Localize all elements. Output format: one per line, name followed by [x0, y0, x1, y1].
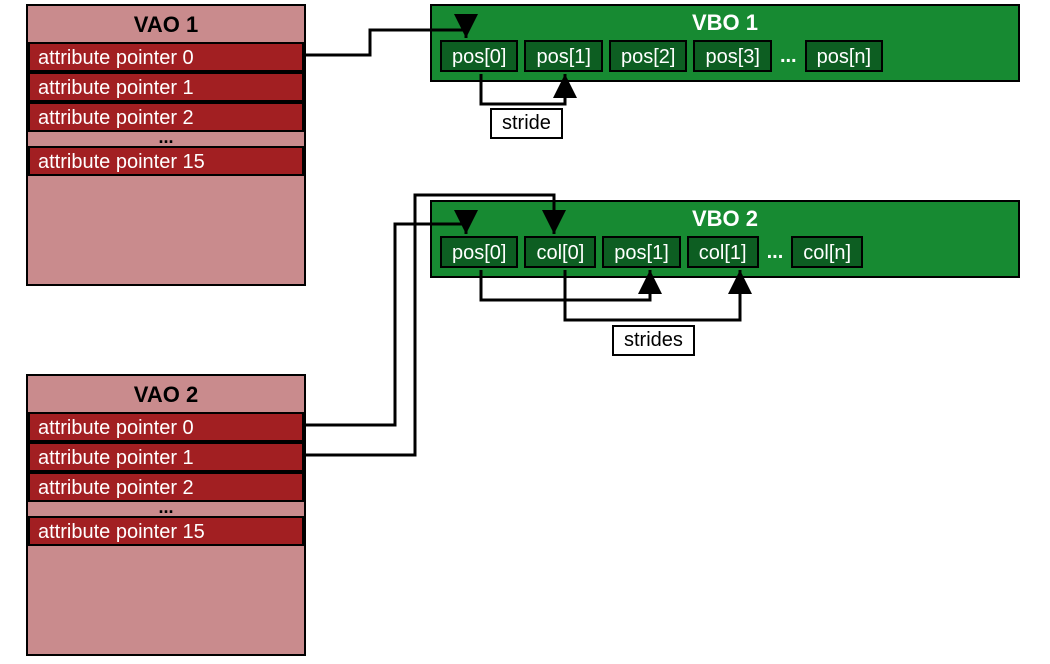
vbo1-cell-last: pos[n]	[805, 40, 883, 72]
vao2-attr-0: attribute pointer 0	[28, 412, 304, 442]
vao2-attr-last: attribute pointer 15	[28, 516, 304, 546]
vbo1-cells: pos[0] pos[1] pos[2] pos[3] ... pos[n]	[440, 40, 1010, 72]
vbo-2: VBO 2 pos[0] col[0] pos[1] col[1] ... co…	[430, 200, 1020, 278]
vao1-attr-last: attribute pointer 15	[28, 146, 304, 176]
vbo-1-title: VBO 1	[440, 10, 1010, 36]
vbo2-cells: pos[0] col[0] pos[1] col[1] ... col[n]	[440, 236, 1010, 268]
vao2-attr-1: attribute pointer 1	[28, 442, 304, 472]
vbo-2-title: VBO 2	[440, 206, 1010, 232]
vbo2-ellipsis: ...	[765, 241, 786, 264]
vbo2-cell-3: col[1]	[687, 236, 759, 268]
vbo1-cell-3: pos[3]	[693, 40, 771, 72]
vao-2-title: VAO 2	[28, 382, 304, 408]
label-stride: stride	[490, 108, 563, 139]
vao-2: VAO 2 attribute pointer 0 attribute poin…	[26, 374, 306, 656]
vbo2-cell-2: pos[1]	[602, 236, 680, 268]
vbo1-cell-2: pos[2]	[609, 40, 687, 72]
vao-1: VAO 1 attribute pointer 0 attribute poin…	[26, 4, 306, 286]
vbo2-cell-1: col[0]	[524, 236, 596, 268]
vao1-attr-1: attribute pointer 1	[28, 72, 304, 102]
vao1-attr-0: attribute pointer 0	[28, 42, 304, 72]
vbo1-ellipsis: ...	[778, 45, 799, 68]
vao1-ellipsis: ...	[28, 132, 304, 146]
label-strides: strides	[612, 325, 695, 356]
vbo1-cell-0: pos[0]	[440, 40, 518, 72]
vbo2-cell-last: col[n]	[791, 236, 863, 268]
vbo1-cell-1: pos[1]	[524, 40, 602, 72]
vao2-ellipsis: ...	[28, 502, 304, 516]
vao-1-title: VAO 1	[28, 12, 304, 38]
vbo2-cell-0: pos[0]	[440, 236, 518, 268]
vbo-1: VBO 1 pos[0] pos[1] pos[2] pos[3] ... po…	[430, 4, 1020, 82]
